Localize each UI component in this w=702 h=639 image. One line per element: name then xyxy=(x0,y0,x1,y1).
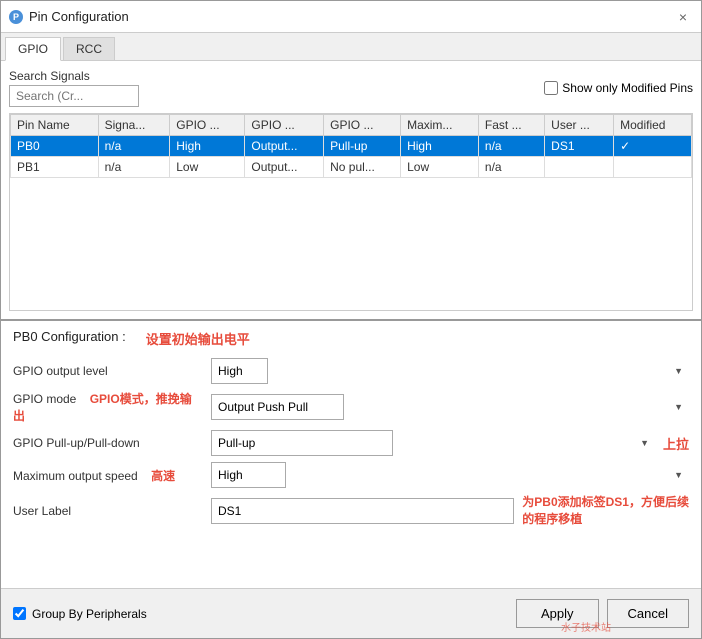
config-label-0: GPIO output level xyxy=(13,364,203,378)
select-wrap-0: High Low xyxy=(211,358,689,384)
search-row: Search Signals Show only Modified Pins xyxy=(9,69,693,107)
show-modified-label: Show only Modified Pins xyxy=(562,81,693,95)
close-button[interactable]: × xyxy=(673,7,693,27)
table-wrap: Pin Name Signa... GPIO ... GPIO ... GPIO… xyxy=(9,113,693,311)
config-title: PB0 Configuration : xyxy=(13,329,126,344)
bottom-bar: Group By Peripherals Apply Cancel 水子技术站 xyxy=(1,588,701,638)
show-modified-checkbox[interactable] xyxy=(544,81,558,95)
col-fast: Fast ... xyxy=(478,115,544,136)
table-cell: PB1 xyxy=(11,157,99,178)
col-maxim: Maxim... xyxy=(401,115,479,136)
pins-table: Pin Name Signa... GPIO ... GPIO ... GPIO… xyxy=(10,114,692,178)
pullup-annotation: 上拉 xyxy=(663,434,689,453)
table-cell: DS1 xyxy=(545,136,614,157)
config-title-row: PB0 Configuration : 设置初始输出电平 xyxy=(13,329,689,348)
gpio-mode-select[interactable]: Output Push Pull Output Open Drain xyxy=(211,394,344,420)
table-cell: n/a xyxy=(478,157,544,178)
config-row-2: GPIO Pull-up/Pull-down Pull-up Pull-down… xyxy=(13,430,689,456)
table-cell: Output... xyxy=(245,157,324,178)
title-bar: P Pin Configuration × xyxy=(1,1,701,33)
col-gpio2: GPIO ... xyxy=(245,115,324,136)
table-cell: High xyxy=(401,136,479,157)
user-label-input[interactable] xyxy=(211,498,514,524)
table-cell: ✓ xyxy=(614,136,692,157)
top-section: Search Signals Show only Modified Pins P… xyxy=(1,61,701,321)
gpio-mode-annotation: GPIO模式，推挽输出 xyxy=(13,392,192,423)
watermark: 水子技术站 xyxy=(561,619,611,634)
table-cell: Low xyxy=(170,157,245,178)
gpio-speed-select[interactable]: High Low Medium xyxy=(211,462,286,488)
config-row-4: User Label 为PB0添加标签DS1，方便后续的程序移植 xyxy=(13,494,689,528)
search-input[interactable] xyxy=(9,85,139,107)
bottom-bar-left: Group By Peripherals xyxy=(13,607,147,621)
group-by-peripherals-label: Group By Peripherals xyxy=(32,607,147,621)
config-label-2: GPIO Pull-up/Pull-down xyxy=(13,436,203,450)
table-cell: High xyxy=(170,136,245,157)
tab-gpio[interactable]: GPIO xyxy=(5,37,61,61)
config-row-1: GPIO mode GPIO模式，推挽输出 Output Push Pull O… xyxy=(13,390,689,424)
table-cell xyxy=(545,157,614,178)
user-label-annotation: 为PB0添加标签DS1，方便后续的程序移植 xyxy=(522,494,689,528)
content-area: Search Signals Show only Modified Pins P… xyxy=(1,61,701,588)
table-cell: n/a xyxy=(98,136,170,157)
config-row-3: Maximum output speed 高速 High Low Medium xyxy=(13,462,689,488)
group-by-peripherals-checkbox[interactable] xyxy=(13,607,26,620)
gpio-pullup-select[interactable]: Pull-up Pull-down No pull-up and no pull… xyxy=(211,430,393,456)
table-row[interactable]: PB1n/aLowOutput...No pul...Lown/a xyxy=(11,157,692,178)
col-gpio3: GPIO ... xyxy=(324,115,401,136)
show-modified-wrap: Show only Modified Pins xyxy=(544,81,693,95)
config-annotation-top: 设置初始输出电平 xyxy=(146,329,250,348)
table-cell: PB0 xyxy=(11,136,99,157)
table-cell xyxy=(614,157,692,178)
select-wrap-2: Pull-up Pull-down No pull-up and no pull… xyxy=(211,430,655,456)
select-wrap-3: High Low Medium xyxy=(211,462,689,488)
config-label-3: Maximum output speed 高速 xyxy=(13,467,203,484)
speed-annotation: 高速 xyxy=(151,469,175,483)
col-pin-name: Pin Name xyxy=(11,115,99,136)
table-cell: Output... xyxy=(245,136,324,157)
table-cell: No pul... xyxy=(324,157,401,178)
gpio-output-level-select[interactable]: High Low xyxy=(211,358,268,384)
table-row[interactable]: PB0n/aHighOutput...Pull-upHighn/aDS1✓ xyxy=(11,136,692,157)
table-header-row: Pin Name Signa... GPIO ... GPIO ... GPIO… xyxy=(11,115,692,136)
config-label-4: User Label xyxy=(13,504,203,518)
cancel-button[interactable]: Cancel xyxy=(607,599,689,628)
table-cell: Low xyxy=(401,157,479,178)
search-label: Search Signals xyxy=(9,69,139,83)
window-title: Pin Configuration xyxy=(29,9,129,24)
table-cell: Pull-up xyxy=(324,136,401,157)
window-icon: P xyxy=(9,10,23,24)
col-modified: Modified xyxy=(614,115,692,136)
config-label-1: GPIO mode GPIO模式，推挽输出 xyxy=(13,390,203,424)
config-section: PB0 Configuration : 设置初始输出电平 GPIO output… xyxy=(1,321,701,588)
config-row-0: GPIO output level High Low xyxy=(13,358,689,384)
main-window: P Pin Configuration × GPIO RCC Search Si… xyxy=(0,0,702,639)
table-cell: n/a xyxy=(98,157,170,178)
col-user: User ... xyxy=(545,115,614,136)
tabs-bar: GPIO RCC xyxy=(1,33,701,61)
col-signal: Signa... xyxy=(98,115,170,136)
table-cell: n/a xyxy=(478,136,544,157)
select-wrap-1: Output Push Pull Output Open Drain xyxy=(211,394,689,420)
col-gpio1: GPIO ... xyxy=(170,115,245,136)
search-wrap: Search Signals xyxy=(9,69,139,107)
tab-rcc[interactable]: RCC xyxy=(63,37,115,60)
